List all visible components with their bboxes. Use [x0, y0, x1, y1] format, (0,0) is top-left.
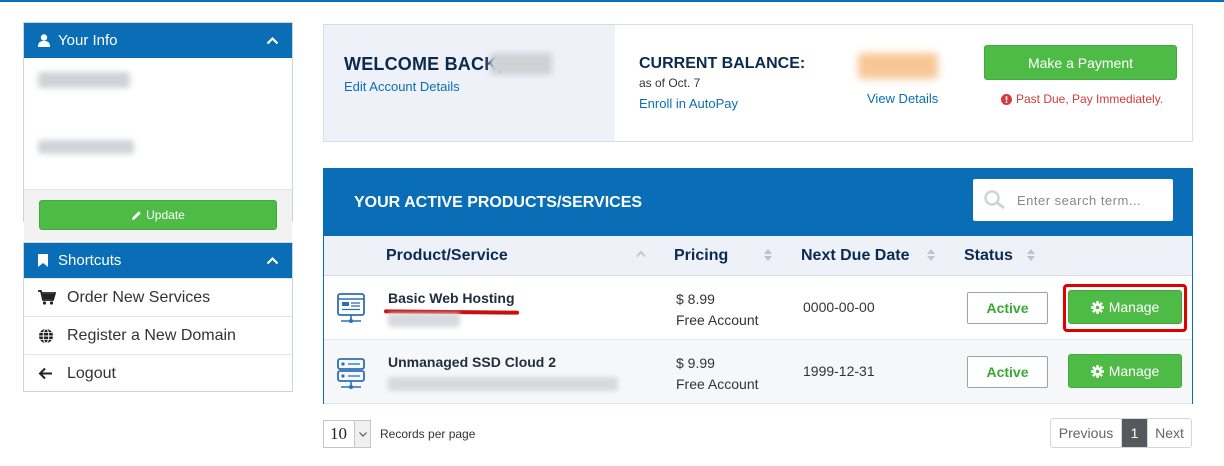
shortcuts-header[interactable]: Shortcuts — [24, 243, 292, 278]
price-value: $ 9.99 — [676, 355, 715, 371]
balance-as-of: as of Oct. 7 — [639, 76, 701, 90]
products-table: Product/Service Pricing Next Due Date St… — [324, 236, 1192, 404]
chevron-down-icon[interactable] — [354, 421, 370, 447]
shortcut-logout[interactable]: Logout — [24, 354, 292, 392]
enroll-autopay-link[interactable]: Enroll in AutoPay — [639, 96, 738, 111]
gear-icon — [1090, 300, 1104, 314]
table-header: Product/Service Pricing Next Due Date St… — [324, 236, 1192, 276]
pencil-icon — [132, 210, 141, 220]
billing-cycle: Free Account — [676, 312, 759, 328]
redacted-country — [38, 140, 134, 154]
user-icon — [38, 34, 52, 47]
update-button[interactable]: Update — [39, 200, 277, 230]
search-input[interactable] — [1017, 192, 1167, 208]
current-page-button[interactable]: 1 — [1122, 419, 1147, 447]
view-details-link[interactable]: View Details — [867, 91, 938, 106]
previous-page-button[interactable]: Previous — [1051, 419, 1122, 447]
service-name[interactable]: Unmanaged SSD Cloud 2 — [388, 354, 556, 370]
shortcut-register-domain[interactable]: Register a New Domain — [24, 316, 292, 354]
products-title: YOUR ACTIVE PRODUCTS/SERVICES — [354, 194, 643, 211]
shortcut-label: Logout — [67, 364, 116, 382]
chevron-up-icon[interactable] — [266, 36, 280, 45]
service-pricing: $ 9.99 Free Account — [676, 353, 759, 395]
arrow-left-icon — [38, 367, 58, 380]
redacted-domain — [388, 377, 618, 391]
table-row[interactable]: Basic Web Hosting $ 8.99 Free Account 00… — [324, 276, 1192, 340]
next-page-button[interactable]: Next — [1147, 419, 1191, 447]
your-info-body — [24, 58, 292, 189]
col-due-header[interactable]: Next Due Date — [801, 247, 909, 265]
service-name[interactable]: Basic Web Hosting — [388, 290, 515, 306]
pagination: Previous 1 Next — [1050, 418, 1192, 448]
server-icon — [337, 358, 365, 389]
your-info-panel: Your Info Update — [23, 22, 293, 241]
manage-label: Manage — [1108, 299, 1160, 315]
shortcuts-title: Shortcuts — [58, 252, 122, 269]
update-label: Update — [146, 208, 185, 222]
sort-asc-icon[interactable] — [636, 250, 646, 258]
welcome-title: WELCOME BACK, — [344, 54, 503, 75]
shortcut-label: Order New Services — [67, 288, 211, 306]
welcome-greeting: WELCOME BACK, — [344, 54, 503, 74]
shortcuts-panel: Shortcuts Order New Services Register a … — [23, 242, 293, 392]
bookmark-icon — [38, 254, 52, 267]
search-icon — [984, 190, 1005, 210]
your-info-footer: Update — [24, 189, 292, 241]
billing-cycle: Free Account — [676, 376, 759, 392]
your-info-title: Your Info — [58, 32, 118, 49]
col-product-header[interactable]: Product/Service — [386, 247, 508, 265]
manage-label: Manage — [1108, 363, 1160, 379]
products-panel: YOUR ACTIVE PRODUCTS/SERVICES Product/Se… — [323, 168, 1193, 404]
chevron-up-icon[interactable] — [266, 256, 280, 265]
sort-icon[interactable] — [763, 248, 773, 262]
table-row[interactable]: Unmanaged SSD Cloud 2 $ 9.99 Free Accoun… — [324, 340, 1192, 404]
manage-button[interactable]: Manage — [1068, 354, 1182, 388]
current-balance-label: CURRENT BALANCE: — [639, 55, 806, 72]
web-hosting-icon — [337, 293, 365, 323]
past-due-text: Past Due, Pay Immediately. — [1016, 92, 1164, 106]
next-due-date: 1999-12-31 — [803, 363, 875, 379]
make-payment-button[interactable]: Make a Payment — [984, 45, 1177, 80]
records-per-page: 10 Records per page — [323, 420, 475, 448]
cart-icon — [38, 290, 58, 305]
edit-account-link[interactable]: Edit Account Details — [344, 79, 460, 94]
next-due-date: 0000-00-00 — [803, 299, 875, 315]
welcome-box: WELCOME BACK, Edit Account Details CURRE… — [323, 24, 1193, 142]
redacted-domain — [388, 313, 460, 327]
price-value: $ 8.99 — [676, 291, 715, 307]
redacted-balance-amount — [858, 53, 938, 79]
exclamation-circle-icon — [1001, 93, 1012, 105]
past-due-warning: Past Due, Pay Immediately. — [1001, 92, 1163, 106]
shortcut-order-new-services[interactable]: Order New Services — [24, 278, 292, 316]
status-badge: Active — [967, 292, 1048, 324]
products-search-box[interactable] — [973, 179, 1173, 221]
sort-icon[interactable] — [1026, 248, 1036, 262]
manage-button[interactable]: Manage — [1068, 290, 1182, 324]
redacted-name — [38, 72, 130, 88]
service-pricing: $ 8.99 Free Account — [676, 289, 759, 331]
status-badge: Active — [967, 356, 1048, 388]
redacted-username — [490, 53, 552, 75]
per-page-value: 10 — [330, 424, 347, 443]
sort-icon[interactable] — [926, 248, 936, 262]
per-page-label: Records per page — [380, 427, 476, 441]
col-pricing-header[interactable]: Pricing — [674, 247, 728, 265]
shortcut-label: Register a New Domain — [67, 326, 236, 344]
globe-icon — [38, 328, 58, 344]
col-status-header[interactable]: Status — [964, 247, 1013, 265]
your-info-header[interactable]: Your Info — [24, 23, 292, 58]
gear-icon — [1090, 364, 1104, 378]
per-page-select[interactable]: 10 — [323, 420, 371, 448]
